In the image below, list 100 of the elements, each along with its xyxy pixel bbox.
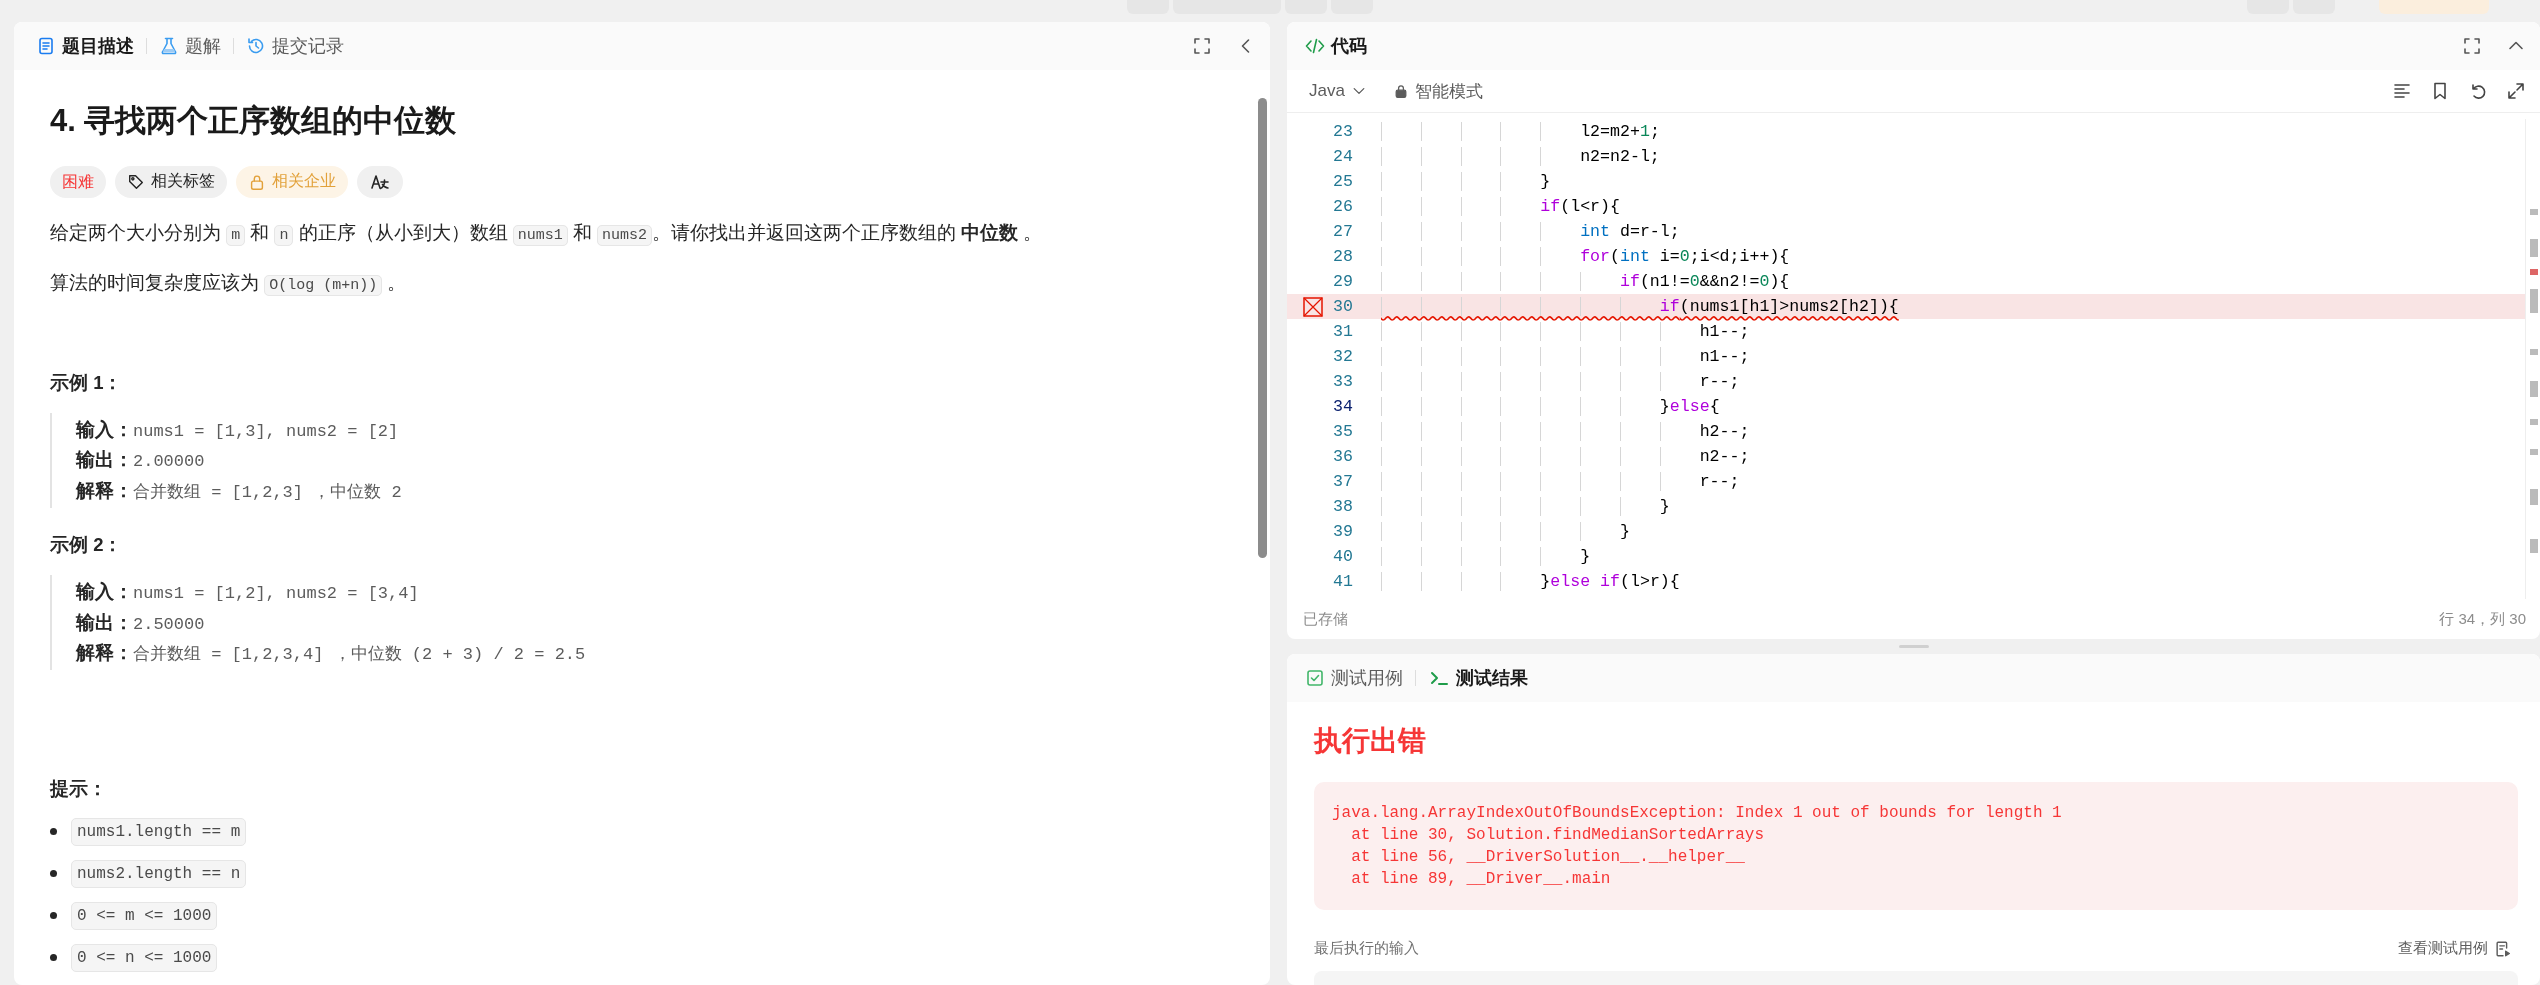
constraint-item: 0 <= m <= 1000 [71,901,218,930]
indent-guide [1420,122,1422,141]
code-line: }else{ [1381,397,1720,416]
panel-tab[interactable]: 题解 [157,30,223,62]
panel-title: 代码 [1303,30,1369,62]
indent-guide [1500,397,1502,416]
indent-guide [1540,397,1542,416]
indent-guide [1381,347,1382,366]
fullscreen-icon [2462,36,2482,56]
line-number: 32 [1332,347,1353,366]
document-play-icon [2494,939,2512,958]
expand-icon [2506,81,2526,101]
problem-title: 4. 寻找两个正序数组的中位数 [50,102,458,140]
indent-guide [1500,347,1502,366]
line-number: 29 [1332,272,1353,291]
checkbox-icon [1305,668,1325,688]
panel-tab[interactable]: 测试用例 [1303,662,1405,694]
code-line: r--; [1381,472,1740,491]
indent-guide [1620,322,1621,341]
stack-trace-line: java.lang.ArrayIndexOutOfBoundsException: Index 1 out of bounds for length 1 [1332,803,2063,824]
line-number: 26 [1332,197,1353,216]
line-number: 24 [1332,147,1353,166]
indent-guide [1460,347,1462,366]
scrollbar-thumb[interactable] [1258,98,1267,558]
indent-guide [1460,497,1462,516]
indent-guide [1381,147,1382,166]
indent-guide [1460,547,1462,566]
indent-guide [1620,397,1621,416]
resize-handle[interactable] [1898,645,1929,648]
indent-guide [1540,497,1542,516]
indent-guide [1659,472,1661,491]
description-text: 算法的时间复杂度应该为 O(log (m+n)) 。 [50,270,408,298]
cursor-position: 行 34，列 30 [2439,609,2526,629]
line-number: 38 [1332,497,1353,516]
indent-guide [1620,447,1621,466]
indent-guide [1540,222,1542,241]
indent-guide [1420,172,1422,191]
indent-guide [1580,472,1582,491]
code-line: }else if(l>r){ [1381,572,1680,591]
example-line: 解释：合并数组 = [1,2,3,4] ，中位数 (2 + 3) / 2 = 2.5 [76,641,586,663]
indent-guide [1620,422,1621,441]
code-line: } [1381,547,1591,566]
code-line: } [1381,497,1670,516]
line-number: 33 [1332,372,1353,391]
indent-guide [1460,572,1462,591]
line-number: 41 [1332,572,1353,591]
indent-guide [1580,322,1582,341]
indent-guide [1500,422,1502,441]
constraint-item: nums1.length == m [71,817,247,846]
indent-guide [1420,297,1422,316]
code-line: h1--; [1381,322,1750,341]
constraint-item: 0 <= n <= 1000 [71,943,218,972]
indent-guide [1460,272,1462,291]
indent-guide [1420,397,1422,416]
indent-guide [1460,197,1462,216]
bullet-dot [50,828,57,835]
constraints-heading: 提示： [50,776,108,801]
indent-guide [1381,422,1382,441]
stack-trace-line: at line 30, Solution.findMedianSortedArrays [1350,825,1766,846]
indent-guide [1381,472,1382,491]
code-line: if(l<r){ [1381,197,1620,216]
tags-chip[interactable]: 相关标签 [115,165,227,198]
indent-guide [1381,522,1382,541]
example-line: 输出：2.50000 [76,611,205,633]
indent-guide [1580,272,1582,291]
line-number: 28 [1332,247,1353,266]
lock-icon [248,172,266,191]
indent-guide [1540,122,1542,141]
bullet-dot [50,912,57,919]
indent-guide [1540,422,1542,441]
indent-guide [1420,147,1422,166]
panel-tab[interactable]: 提交记录 [244,30,346,62]
indent-guide [1500,447,1502,466]
translate-button[interactable] [357,165,403,198]
tag-icon [127,172,145,191]
view-testcases-link[interactable]: 查看测试用例 [2392,938,2518,959]
language-select[interactable]: Java [1303,80,1373,102]
indent-guide [1460,297,1462,316]
indent-guide [1460,422,1462,441]
line-number: 35 [1332,422,1353,441]
example-heading: 示例 1： [50,370,124,395]
indent-guide [1381,247,1382,266]
panel-tab[interactable]: 题目描述 [34,30,136,62]
code-line: if(nums1[h1]>nums2[h2]){ [1381,297,1899,316]
indent-guide [1580,372,1582,391]
difficulty-badge: 困难 [50,165,106,198]
line-number: 34 [1332,397,1353,416]
indent-guide [1500,122,1502,141]
indent-guide [1381,497,1382,516]
indent-guide [1500,497,1502,516]
panel-tab[interactable]: 测试结果 [1426,662,1530,694]
indent-guide [1580,347,1582,366]
indent-guide [1381,272,1382,291]
indent-guide [1659,447,1661,466]
code-line: int d=r-l; [1381,222,1680,241]
bullet-dot [50,954,57,961]
line-number: 30 [1332,297,1353,316]
indent-guide [1420,222,1422,241]
indent-guide [1580,397,1582,416]
indent-guide [1500,197,1502,216]
